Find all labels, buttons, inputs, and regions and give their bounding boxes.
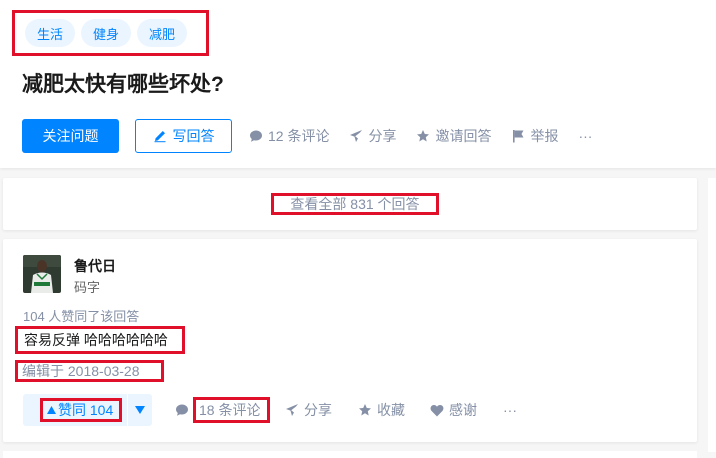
question-action-row: 关注问题 写回答 12 条评论 分享 邀请回答 举报 ··· [22,119,592,153]
question-header: 生活 健身 减肥 减肥太快有哪些坏处? 关注问题 写回答 12 条评论 分享 邀… [0,0,716,168]
topic-tag[interactable]: 健身 [81,19,132,47]
answer-comments-label: 18 条评论 [193,397,270,423]
more-icon: ··· [578,128,593,144]
share-label: 分享 [368,128,397,144]
collect-label: 收藏 [377,402,405,418]
sidebar-edge [708,230,716,452]
triangle-down-icon [135,406,145,414]
view-all-answers-link[interactable]: 查看全部 831 个回答 [271,193,439,215]
more-options-button[interactable]: ··· [578,128,592,144]
vote-info: 104 人赞同了该回答 [23,309,140,324]
question-comments-button[interactable]: 12 条评论 [249,126,329,146]
author-bio: 码字 [74,280,101,295]
report-label: 举报 [530,128,559,144]
invite-label: 邀请回答 [435,128,492,144]
upvote-button[interactable]: 赞同 104 [40,398,122,422]
share-answer-button[interactable]: 分享 [285,394,332,426]
view-all-answers-card: 查看全部 831 个回答 [3,178,697,230]
thanks-label: 感谢 [449,402,477,418]
share-icon [349,129,363,143]
topic-tag[interactable]: 减肥 [137,19,188,47]
question-comments-label: 12 条评论 [268,128,330,144]
share-answer-label: 分享 [304,402,332,418]
sidebar-edge [708,178,716,230]
follow-question-button[interactable]: 关注问题 [22,119,119,153]
avatar[interactable] [23,255,61,293]
author-name[interactable]: 鲁代日 [74,256,116,276]
flag-icon [511,129,525,143]
downvote-button[interactable] [127,394,152,426]
write-answer-button[interactable]: 写回答 [135,119,232,153]
share-question-button[interactable]: 分享 [349,126,396,146]
upvote-label: 赞同 104 [58,402,114,418]
edit-date[interactable]: 编辑于 2018-03-28 [15,360,164,382]
thanks-button[interactable]: 感谢 [430,394,477,426]
comment-icon [175,403,189,417]
star-icon [416,129,430,143]
report-button[interactable]: 举报 [511,126,558,146]
comment-icon [249,129,263,143]
answer-card: 鲁代日 码字 104 人赞同了该回答 容易反弹 哈哈哈哈哈哈 编辑于 2018-… [3,239,697,442]
topic-list: 生活 健身 减肥 [12,10,209,56]
heart-icon [430,404,444,417]
answer-action-bar: 赞同 104 18 条评论 分享 收藏 感谢 ··· [23,394,683,426]
share-icon [285,403,299,417]
question-title[interactable]: 减肥太快有哪些坏处? [22,68,224,98]
invite-answer-button[interactable]: 邀请回答 [416,126,491,146]
collect-button[interactable]: 收藏 [358,394,405,426]
next-answer-card [3,451,697,458]
topic-tag[interactable]: 生活 [25,19,76,47]
vote-group: 赞同 104 [23,394,152,426]
answer-more-button[interactable]: ··· [503,394,517,426]
more-icon: ··· [503,402,517,418]
answer-comments-button[interactable]: 18 条评论 [175,394,270,426]
write-answer-label: 写回答 [172,128,215,144]
triangle-up-icon [47,406,56,414]
pencil-icon [153,129,167,143]
answer-content: 容易反弹 哈哈哈哈哈哈 [15,326,185,354]
star-icon [358,403,372,417]
